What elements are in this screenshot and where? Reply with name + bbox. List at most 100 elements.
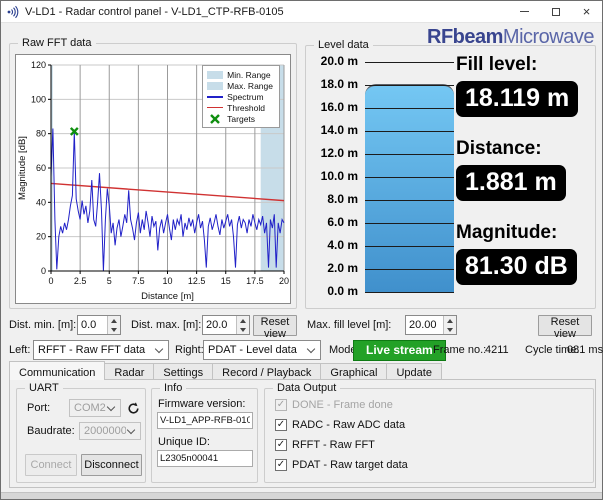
magnitude-value: 81.30 dB [456,249,577,285]
checkbox-radc[interactable]: ✓ RADC - Raw ADC data [275,419,405,431]
legend-swatch [207,92,224,101]
spin-down-icon[interactable] [237,325,249,334]
spin-up-icon[interactable] [108,316,120,325]
mode-status-badge: Live stream [353,340,446,361]
disconnect-button[interactable]: Disconnect [81,454,142,476]
fft-reset-view-button[interactable]: Reset view [253,315,297,340]
checkbox-icon: ✓ [275,399,287,411]
svg-text:5: 5 [107,276,112,286]
right-view-select[interactable]: PDAT - Level data [203,340,321,360]
dist-min-label: Dist. min. [m]: [9,319,77,331]
tab-record-playback[interactable]: Record / Playback [212,363,322,380]
frame-no-label: Frame no.: [433,344,487,356]
dist-min-value: 0.0 [81,319,97,331]
baudrate-select: 2000000 [79,422,141,440]
legend-label: Spectrum [227,91,264,102]
right-view-label: Right: [175,344,204,356]
checkbox-label: RADC - Raw ADC data [292,419,406,431]
firmware-version-label: Firmware version: [158,398,246,410]
app-window: V-LD1 - Radar control panel - V-LD1_CTP-… [0,0,603,500]
svg-text:100: 100 [31,94,46,104]
spin-down-icon[interactable] [108,325,120,334]
port-label: Port: [27,402,51,414]
checkbox-rfft[interactable]: ✓ RFFT - Raw FFT [275,439,375,451]
gauge-scale-label: 14.0 m [320,123,358,137]
raw-fft-panel-title: Raw FFT data [18,36,96,50]
gauge-scale-label: 4.0 m [327,238,358,252]
unique-id-field[interactable] [157,450,253,467]
left-view-label: Left: [9,344,31,356]
main-content: RFbeamMicrowave Raw FFT data 0 20 40 60 80 10… [1,23,603,499]
level-readouts: Fill level: 18.119 m Distance: 1.881 m M… [456,48,592,285]
level-reset-view-button[interactable]: Reset view [538,315,592,340]
refresh-ports-button[interactable] [124,399,142,417]
gauge-scale-line [365,108,454,109]
maximize-icon [551,7,560,16]
svg-text:40: 40 [36,197,46,207]
tab-settings[interactable]: Settings [153,363,214,380]
bottom-strip [1,492,602,499]
gauge-scale-line [365,292,454,293]
checkbox-label: DONE - Frame done [292,399,393,411]
gauge-scale-line [365,131,454,132]
gauge-scale-label: 10.0 m [320,169,358,183]
info-group: Info Firmware version: Unique ID: [151,381,258,483]
tab-communication[interactable]: Communication [9,361,106,380]
gauge-scale-label: 18.0 m [320,77,358,91]
port-select: COM23 [69,399,121,417]
svg-text:20: 20 [36,232,46,242]
checkbox-pdat[interactable]: ✓ PDAT - Raw target data [275,459,408,471]
gauge-scale-line [365,223,454,224]
minimize-icon [520,11,529,12]
legend-item-spectrum: Spectrum [207,91,273,102]
maximize-button[interactable] [540,1,571,22]
dist-max-value: 20.0 [206,319,228,331]
spin-down-icon[interactable] [444,325,456,334]
dist-min-spinner[interactable]: 0.0 [77,315,121,335]
data-output-group: Data Output ✓ DONE - Frame done ✓ RADC - Ra… [264,381,594,483]
svg-text:60: 60 [36,163,46,173]
tab-update[interactable]: Update [386,363,442,380]
minimize-button[interactable] [509,1,540,22]
baudrate-label: Baudrate: [27,425,75,437]
gauge-scale-label: 2.0 m [327,261,358,275]
spin-up-icon[interactable] [444,316,456,325]
firmware-version-field[interactable] [157,412,253,429]
legend-label: Threshold [227,102,265,113]
dist-max-spinner[interactable]: 20.0 [202,315,250,335]
close-button[interactable]: × [571,1,602,22]
gauge-scale-line [365,154,454,155]
legend-item-targets: Targets [207,113,273,124]
refresh-icon [127,401,139,414]
legend-label: Max. Range [227,80,273,91]
tab-radar[interactable]: Radar [104,363,155,380]
max-fill-value: 20.00 [409,319,437,331]
gauge-scale-label: 12.0 m [320,146,358,160]
spin-up-icon[interactable] [237,316,249,325]
svg-text:17.5: 17.5 [246,276,264,286]
gauge-scale-line [365,200,454,201]
fft-chart[interactable]: 0 20 40 60 80 100 120 0 2.5 5 7.5 10 12.5 15 17.5 20 Dis… [15,54,291,304]
uart-group: UART Port: COM23 Baudrate: 2000000 [16,381,146,483]
gauge-scale-line [365,85,454,86]
svg-text:Distance [m]: Distance [m] [141,291,194,302]
checkbox-label: PDAT - Raw target data [292,459,408,471]
distance-value: 1.881 m [456,165,566,201]
left-view-select[interactable]: RFFT - Raw FFT data [33,340,169,360]
raw-fft-panel: Raw FFT data 0 20 40 60 80 100 120 0 2.5 5 7.5 10 12… [9,36,297,309]
chevron-down-icon [106,402,116,411]
fill-level-value: 18.119 m [456,81,579,117]
titlebar: V-LD1 - Radar control panel - V-LD1_CTP-… [1,1,602,23]
gauge-scale-line [365,246,454,247]
svg-text:120: 120 [31,60,46,70]
max-fill-spinner[interactable]: 20.00 [405,315,457,335]
chevron-down-icon [306,344,316,353]
checkbox-done: ✓ DONE - Frame done [275,399,393,411]
max-fill-label: Max. fill level [m]: [307,319,392,331]
gauge-scale-line [365,177,454,178]
checkbox-label: RFFT - Raw FFT [292,439,375,451]
unique-id-label: Unique ID: [158,436,210,448]
left-view-value: RFFT - Raw FFT data [38,344,146,356]
tab-graphical[interactable]: Graphical [320,363,388,380]
legend-item-threshold: Threshold [207,102,273,113]
